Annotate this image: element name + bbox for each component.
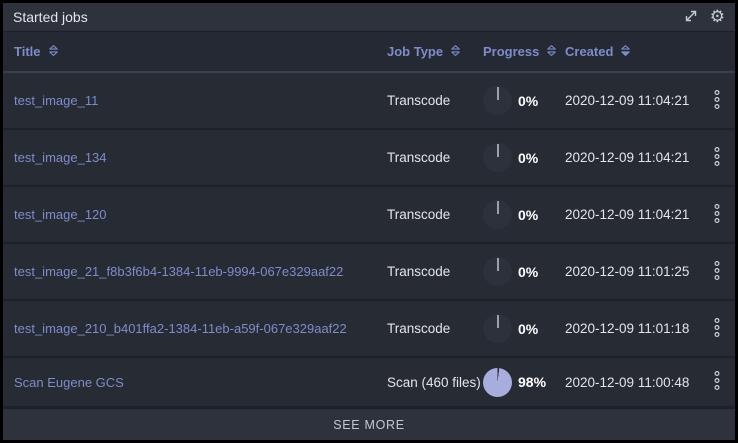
sort-icon [449, 44, 462, 60]
kebab-icon [713, 260, 721, 284]
progress-cell: 0% [483, 257, 565, 286]
column-header-title[interactable]: Title [14, 44, 387, 60]
progress-percent: 0% [518, 263, 539, 280]
row-menu-wrap [699, 317, 735, 341]
progress-cell: 0% [483, 314, 565, 343]
progress-pie-icon [483, 367, 512, 397]
job-title-link[interactable]: Scan Eugene GCS [14, 375, 387, 390]
progress-cell: 0% [483, 200, 565, 229]
sort-icon [47, 44, 60, 60]
table-row: test_image_21_f8b3f6b4-1384-11eb-9994-06… [3, 244, 735, 301]
table-row: test_image_120 Transcode 0% 2020-12-09 1… [3, 187, 735, 244]
column-header-label: Created [565, 44, 614, 59]
column-header-label: Title [14, 44, 41, 59]
row-menu-wrap [699, 370, 735, 394]
pie-zero-tick [496, 87, 499, 100]
gear-icon: ⚙︎ [709, 6, 725, 27]
sort-icon [619, 44, 632, 60]
settings-button[interactable]: ⚙︎ [709, 6, 725, 27]
column-header-label: Progress [483, 44, 540, 59]
progress-percent: 0% [518, 92, 539, 109]
progress-percent: 98% [518, 374, 547, 390]
table-row: test_image_134 Transcode 0% 2020-12-09 1… [3, 130, 735, 187]
job-type-cell: Transcode [387, 93, 451, 108]
created-cell: 2020-12-09 11:01:18 [565, 321, 690, 336]
progress-percent: 0% [518, 149, 539, 166]
job-type-cell: Transcode [387, 150, 451, 165]
created-cell: 2020-12-09 11:04:21 [565, 207, 690, 222]
row-menu-wrap [699, 260, 735, 284]
see-more-button[interactable]: SEE MORE [3, 408, 735, 440]
panel-actions: ⚙︎ [683, 8, 725, 27]
table-header-row: Title Job Type Progress Created [3, 32, 735, 73]
pie-zero-tick [496, 315, 499, 328]
column-header-created[interactable]: Created [565, 44, 699, 60]
created-cell: 2020-12-09 11:01:25 [565, 264, 690, 279]
column-header-progress[interactable]: Progress [483, 44, 565, 60]
kebab-icon [713, 317, 721, 341]
progress-percent: 0% [518, 206, 539, 223]
job-type-cell: Transcode [387, 264, 451, 279]
job-type-cell: Scan (460 files) [387, 374, 481, 390]
column-header-label: Job Type [387, 44, 444, 59]
created-cell: 2020-12-09 11:00:48 [565, 374, 690, 390]
job-title-link[interactable]: test_image_210_b401ffa2-1384-11eb-a59f-0… [14, 321, 387, 336]
table-row: Scan Eugene GCS Scan (460 files) 98% 202… [3, 358, 735, 408]
expand-icon [683, 8, 699, 27]
kebab-icon [713, 203, 721, 227]
pie-zero-tick [496, 144, 499, 157]
progress-pie-icon [483, 200, 512, 229]
progress-cell: 98% [483, 367, 565, 397]
table-row: test_image_11 Transcode 0% 2020-12-09 11… [3, 73, 735, 130]
row-menu-button[interactable] [713, 317, 721, 341]
started-jobs-panel: Started jobs ⚙︎ Title Job Type Progress Cre… [0, 0, 738, 443]
job-title-link[interactable]: test_image_21_f8b3f6b4-1384-11eb-9994-06… [14, 264, 387, 279]
created-cell: 2020-12-09 11:04:21 [565, 150, 690, 165]
row-menu-button[interactable] [713, 89, 721, 113]
progress-percent: 0% [518, 320, 539, 337]
progress-pie-icon [483, 257, 512, 286]
job-type-cell: Transcode [387, 321, 451, 336]
row-menu-button[interactable] [713, 370, 721, 394]
job-title-link[interactable]: test_image_11 [14, 93, 387, 108]
kebab-icon [713, 89, 721, 113]
row-menu-button[interactable] [713, 146, 721, 170]
pie-zero-tick [496, 258, 499, 271]
job-title-link[interactable]: test_image_134 [14, 150, 387, 165]
panel-titlebar: Started jobs ⚙︎ [3, 3, 735, 32]
panel-title: Started jobs [13, 9, 88, 25]
kebab-icon [713, 370, 721, 394]
column-header-job_type[interactable]: Job Type [387, 44, 483, 60]
job-title-link[interactable]: test_image_120 [14, 207, 387, 222]
sort-icon [545, 44, 558, 60]
row-menu-wrap [699, 146, 735, 170]
row-menu-wrap [699, 89, 735, 113]
row-menu-button[interactable] [713, 260, 721, 284]
expand-button[interactable] [683, 8, 699, 27]
pie-zero-tick [496, 201, 499, 214]
progress-cell: 0% [483, 86, 565, 115]
progress-pie-icon [483, 314, 512, 343]
table-body: test_image_11 Transcode 0% 2020-12-09 11… [3, 73, 735, 408]
progress-cell: 0% [483, 143, 565, 172]
kebab-icon [713, 146, 721, 170]
job-type-cell: Transcode [387, 207, 451, 222]
row-menu-wrap [699, 203, 735, 227]
created-cell: 2020-12-09 11:04:21 [565, 93, 690, 108]
progress-pie-icon [483, 86, 512, 115]
progress-pie-icon [483, 143, 512, 172]
table-row: test_image_210_b401ffa2-1384-11eb-a59f-0… [3, 301, 735, 358]
row-menu-button[interactable] [713, 203, 721, 227]
